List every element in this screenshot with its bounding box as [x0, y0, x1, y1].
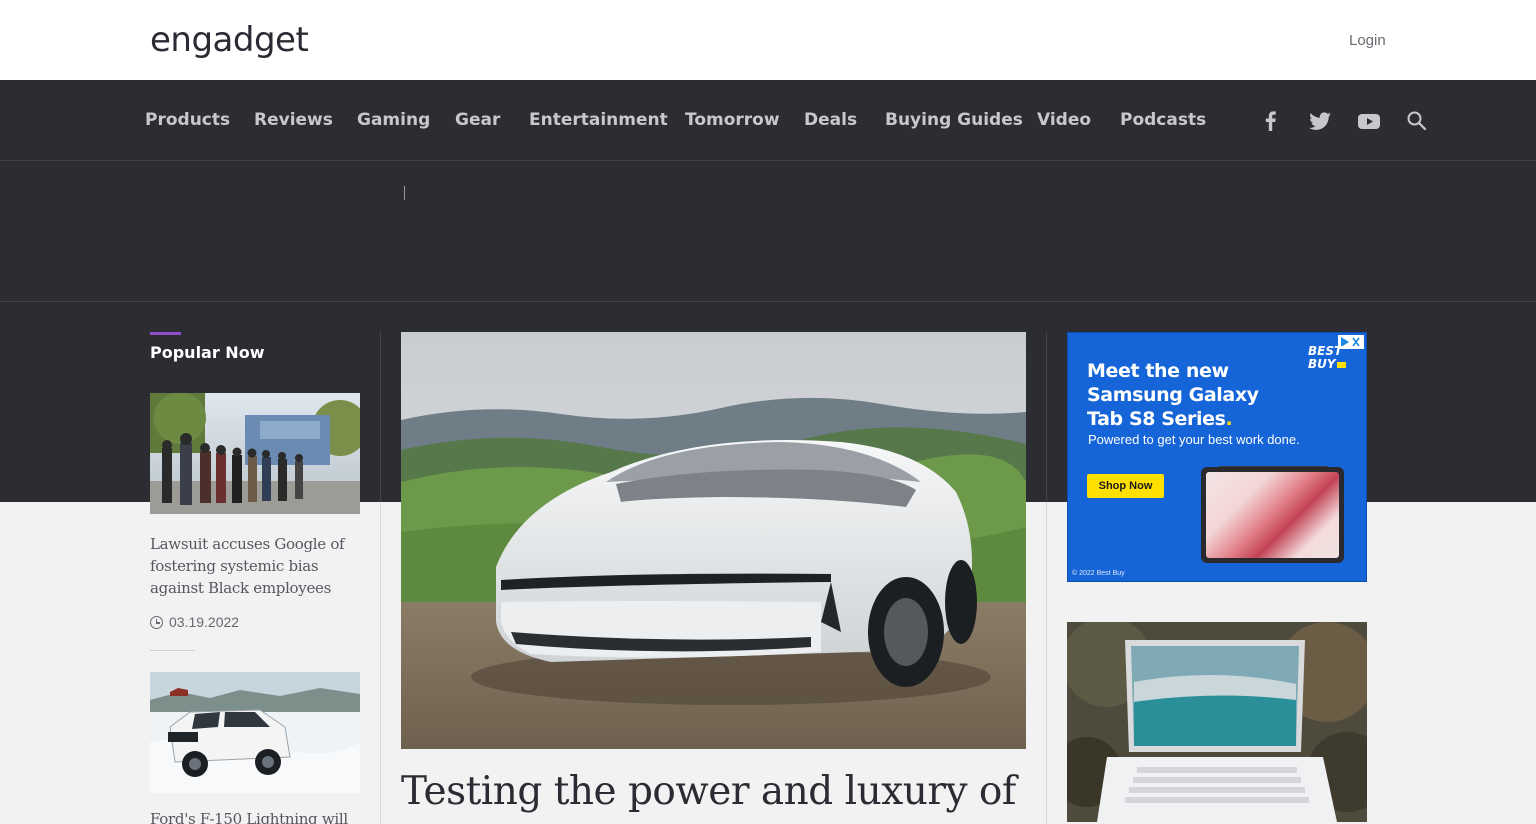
text-cursor [404, 186, 405, 200]
nav-item-video[interactable]: Video [1037, 108, 1091, 132]
hero-image-lucid-air[interactable] [401, 332, 1026, 749]
shop-now-button[interactable]: Shop Now [1087, 474, 1164, 498]
nav-item-gaming[interactable]: Gaming [357, 108, 430, 132]
story-thumbnail-f150[interactable] [150, 672, 360, 793]
clock-icon [150, 616, 163, 629]
best-buy-logo: BEST BUY [1308, 345, 1348, 371]
story-date-text: 03.19.2022 [169, 614, 240, 630]
story-title-google-lawsuit[interactable]: Lawsuit accuses Google of fostering syst… [150, 533, 362, 599]
hero-headline[interactable]: Testing the power and luxury of [401, 766, 1041, 818]
popular-now-heading: Popular Now [150, 343, 265, 362]
column-divider-left [380, 332, 381, 502]
nav-item-tomorrow[interactable]: Tomorrow [685, 108, 780, 132]
ad-subtext: Powered to get your best work done. [1088, 432, 1300, 447]
column-divider-right-light [1046, 502, 1047, 824]
laptop-story-image[interactable] [1067, 622, 1367, 822]
ad-copyright: © 2022 Best Buy [1072, 570, 1125, 577]
nav-item-reviews[interactable]: Reviews [254, 108, 333, 132]
engadget-logo[interactable]: engadget [150, 20, 309, 60]
search-icon[interactable] [1404, 108, 1430, 134]
nav-item-buying-guides[interactable]: Buying Guides [885, 108, 1023, 132]
nav-item-products[interactable]: Products [145, 108, 230, 132]
column-divider-left-light [380, 502, 381, 824]
facebook-icon[interactable] [1258, 108, 1284, 134]
story-title-f150[interactable]: Ford's F-150 Lightning will [150, 808, 362, 824]
ad-tablet-image [1201, 467, 1344, 563]
nav-item-deals[interactable]: Deals [804, 108, 857, 132]
youtube-icon[interactable] [1356, 108, 1382, 134]
column-divider-right [1046, 332, 1047, 502]
ad-headline: Meet the new Samsung Galaxy Tab S8 Serie… [1087, 360, 1259, 430]
story-date: 03.19.2022 [150, 612, 239, 632]
login-link[interactable]: Login [1349, 32, 1386, 49]
section-accent-line [150, 332, 181, 335]
nav-item-entertainment[interactable]: Entertainment [529, 108, 668, 132]
top-header: engadget Login [0, 0, 1536, 80]
best-buy-ad[interactable]: BEST BUY Meet the new Samsung Galaxy Tab… [1067, 332, 1367, 582]
twitter-icon[interactable] [1307, 108, 1333, 134]
top-ad-slot [0, 161, 1536, 302]
story-thumbnail-google[interactable] [150, 393, 360, 514]
nav-item-gear[interactable]: Gear [455, 108, 500, 132]
nav-item-podcasts[interactable]: Podcasts [1120, 108, 1206, 132]
story-divider [150, 650, 195, 651]
